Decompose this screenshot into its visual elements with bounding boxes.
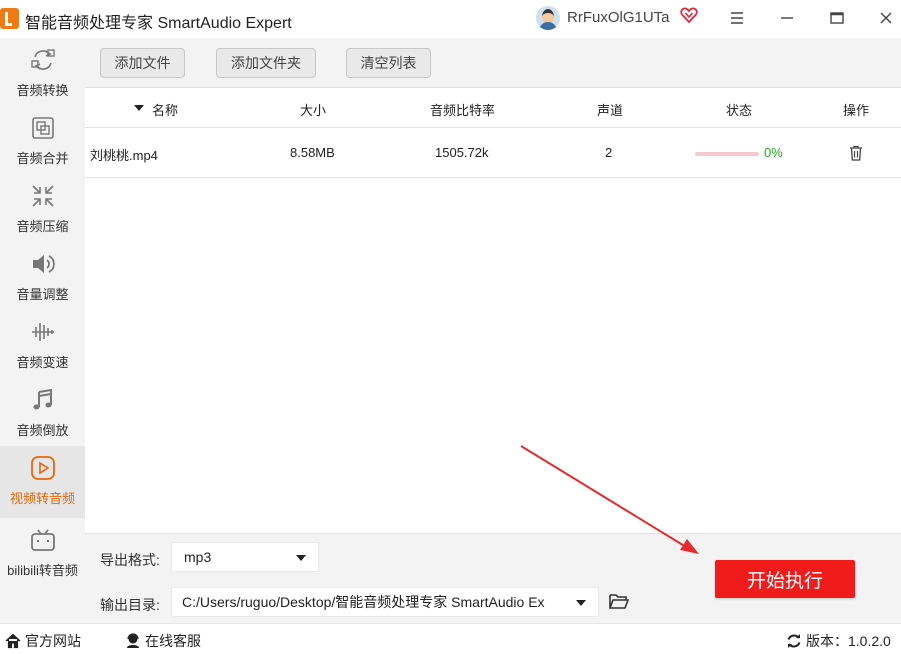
user-avatar[interactable]: [536, 6, 560, 30]
sidebar-item-audio-convert[interactable]: 音频转换: [0, 38, 85, 106]
version-info[interactable]: 版本：1.0.2.0: [786, 631, 891, 651]
sidebar-item-label: 音频合并: [16, 151, 69, 166]
sidebar-item-video-to-audio[interactable]: 视频转音频: [0, 446, 85, 518]
column-header-bitrate: 音频比特率: [430, 103, 496, 118]
username[interactable]: RrFuxOlG1UTa: [567, 9, 670, 26]
sidebar-item-reverse[interactable]: 音频倒放: [0, 378, 85, 446]
hamburger-icon: [731, 12, 743, 24]
file-size: 8.58MB: [290, 145, 335, 160]
sidebar-item-bilibili[interactable]: bilibili转音频: [0, 518, 85, 586]
status-bar: 官方网站 在线客服 版本：1.0.2.0: [0, 623, 901, 654]
sidebar-item-label: bilibili转音频: [7, 563, 78, 578]
output-dir-value: C:/Users/ruguo/Desktop/智能音频处理专家 SmartAud…: [182, 594, 545, 610]
official-website-link[interactable]: 官方网站: [5, 631, 81, 651]
file-channels: 2: [605, 145, 613, 160]
sort-desc-icon[interactable]: [134, 105, 144, 111]
video-play-icon: [29, 454, 57, 482]
file-table: 名称 大小 音频比特率 声道 状态 操作 刘桃桃.mp4 8.58MB 1505…: [85, 88, 901, 178]
clear-list-button[interactable]: 清空列表: [346, 48, 431, 78]
website-label: 官方网站: [25, 633, 81, 649]
start-button[interactable]: 开始执行: [715, 560, 855, 598]
sidebar-item-label: 音频变速: [16, 355, 69, 370]
maximize-button[interactable]: [820, 4, 854, 32]
format-select[interactable]: mp3: [171, 542, 319, 572]
sidebar-item-label: 音频压缩: [16, 219, 69, 234]
toolbar: 添加文件 添加文件夹 清空列表: [85, 38, 901, 88]
output-settings-panel: 导出格式: mp3 输出目录: C:/Users/ruguo/Desktop/智…: [85, 533, 901, 623]
audio-compress-icon: [29, 182, 57, 210]
folder-open-icon[interactable]: [609, 592, 629, 610]
online-support-link[interactable]: 在线客服: [125, 631, 201, 651]
bilibili-icon: [29, 526, 57, 554]
sidebar: 音频转换 音频合并 音频压缩 音量调整 音频变速 音频倒放 视频转音频 bili…: [0, 38, 85, 623]
chevron-down-icon: [296, 555, 306, 561]
menu-button[interactable]: [720, 4, 754, 32]
add-file-button[interactable]: 添加文件: [100, 48, 185, 78]
table-header: 名称 大小 音频比特率 声道 状态 操作: [85, 88, 901, 128]
app-title: 智能音频处理专家 SmartAudio Expert: [25, 15, 292, 32]
audio-merge-icon: [29, 114, 57, 142]
table-row[interactable]: 刘桃桃.mp4 8.58MB 1505.72k 2 0%: [85, 128, 901, 178]
app-logo-icon: [0, 8, 19, 29]
sidebar-item-label: 音频倒放: [16, 423, 69, 438]
format-label: 导出格式:: [100, 552, 160, 568]
vip-heart-icon[interactable]: [680, 6, 698, 24]
progress-bar: [695, 152, 759, 156]
sidebar-item-label: 视频转音频: [9, 491, 75, 506]
home-icon: [5, 633, 21, 649]
column-header-size: 大小: [300, 103, 327, 118]
file-bitrate: 1505.72k: [435, 145, 489, 160]
chevron-down-icon: [576, 600, 586, 606]
sidebar-item-label: 音频转换: [16, 83, 69, 98]
close-icon: [880, 12, 892, 24]
support-label: 在线客服: [145, 633, 201, 649]
minimize-button[interactable]: [770, 4, 804, 32]
close-button[interactable]: [869, 4, 901, 32]
output-dir-label: 输出目录:: [100, 597, 160, 613]
column-header-channels: 声道: [597, 103, 624, 118]
sidebar-item-label: 音量调整: [16, 287, 69, 302]
sidebar-item-speed[interactable]: 音频变速: [0, 310, 85, 378]
column-header-status: 状态: [726, 103, 753, 118]
title-bar: 智能音频处理专家 SmartAudio Expert RrFuxOlG1UTa: [0, 0, 901, 38]
music-note-icon: [29, 386, 57, 414]
version-label: 版本：1.0.2.0: [806, 633, 891, 649]
format-value: mp3: [184, 549, 212, 565]
minimize-icon: [781, 17, 793, 19]
add-folder-button[interactable]: 添加文件夹: [216, 48, 316, 78]
output-dir-select[interactable]: C:/Users/ruguo/Desktop/智能音频处理专家 SmartAud…: [171, 587, 599, 617]
progress-percent: 0%: [764, 145, 783, 160]
sidebar-item-volume[interactable]: 音量调整: [0, 242, 85, 310]
speed-icon: [29, 318, 57, 346]
column-header-name[interactable]: 名称: [152, 100, 178, 119]
trash-icon[interactable]: [849, 145, 863, 161]
audio-convert-icon: [29, 46, 57, 74]
file-name: 刘桃桃.mp4: [90, 148, 158, 163]
headset-user-icon: [127, 633, 139, 648]
refresh-icon: [787, 634, 801, 648]
maximize-icon: [830, 12, 844, 24]
volume-icon: [29, 250, 57, 278]
sidebar-item-audio-compress[interactable]: 音频压缩: [0, 174, 85, 242]
column-header-actions: 操作: [843, 103, 870, 118]
sidebar-item-audio-merge[interactable]: 音频合并: [0, 106, 85, 174]
